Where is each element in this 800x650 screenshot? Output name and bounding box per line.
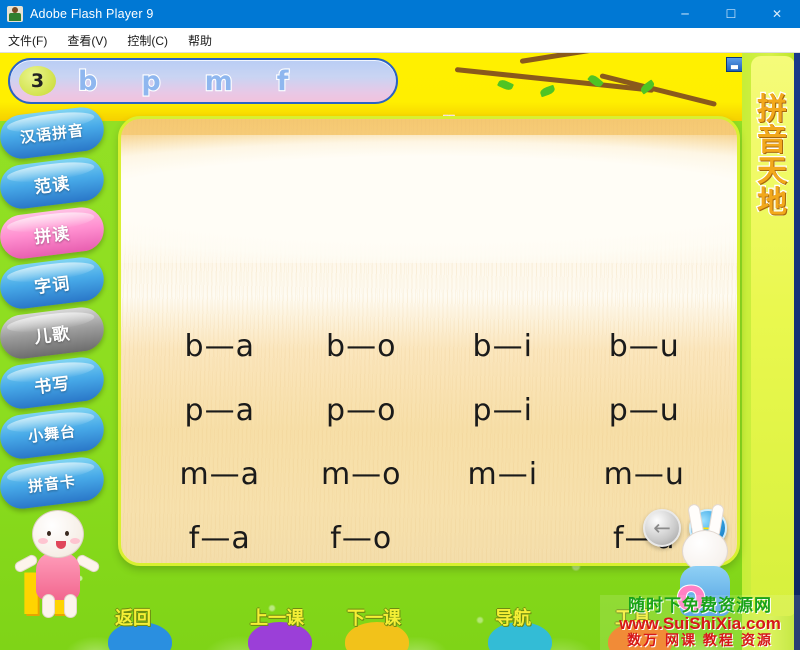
content-panel: b—a b—o b—i b—u p—a p—o p—i p—u m—a m—o … bbox=[118, 116, 740, 566]
sidebar-item-label: 汉语拼音 bbox=[19, 121, 85, 147]
window-title: Adobe Flash Player 9 bbox=[30, 7, 154, 21]
pinyin-cell[interactable]: p—a bbox=[149, 393, 291, 431]
bottom-nav-back[interactable]: 返回 bbox=[115, 604, 151, 630]
flash-minimize-button[interactable]: ▃ bbox=[726, 57, 743, 72]
lesson-letter-p[interactable]: p bbox=[140, 66, 162, 95]
maximize-button[interactable]: ☐ bbox=[708, 0, 754, 28]
minimize-button[interactable]: ─ bbox=[662, 0, 708, 28]
lesson-letter-b[interactable]: b bbox=[77, 66, 99, 95]
pinyin-grid: b—a b—o b—i b—u p—a p—o p—i p—u m—a m—o … bbox=[149, 329, 715, 559]
pinyin-cell-empty bbox=[432, 521, 574, 559]
menu-file[interactable]: 文件(F) bbox=[8, 32, 47, 49]
pinyin-cell[interactable]: b—u bbox=[574, 329, 716, 367]
sidebar-item-pinyinka[interactable]: 拼音卡 bbox=[0, 454, 107, 512]
flash-player-icon bbox=[7, 6, 23, 22]
sidebar-item-zici[interactable]: 字词 bbox=[0, 254, 107, 312]
menu-view[interactable]: 查看(V) bbox=[67, 32, 107, 49]
sidebar: 汉语拼音 范读 拼读 字词 儿歌 书写 小舞台 拼音卡 bbox=[0, 104, 110, 512]
sidebar-item-label: 范读 bbox=[33, 173, 72, 197]
pinyin-cell[interactable]: m—o bbox=[291, 457, 433, 495]
pinyin-cell[interactable]: f—o bbox=[291, 521, 433, 559]
window-titlebar: Adobe Flash Player 9 ─ ☐ ✕ bbox=[0, 0, 800, 28]
pinyin-cell[interactable]: b—o bbox=[291, 329, 433, 367]
pinyin-cell[interactable]: m—a bbox=[149, 457, 291, 495]
character-eye bbox=[65, 531, 69, 536]
leaf-icon bbox=[539, 84, 556, 98]
menu-help[interactable]: 帮助 bbox=[188, 32, 212, 49]
menu-control[interactable]: 控制(C) bbox=[127, 32, 168, 49]
sidebar-item-hanyu-pinyin[interactable]: 汉语拼音 bbox=[0, 104, 107, 162]
sidebar-item-label: 拼音卡 bbox=[27, 472, 77, 496]
lesson-banner[interactable]: 3 b p m f bbox=[8, 58, 398, 104]
character-mouth bbox=[56, 541, 66, 549]
pinyin-cell[interactable]: p—u bbox=[574, 393, 716, 431]
window-controls: ─ ☐ ✕ bbox=[662, 0, 800, 28]
pinyin-cell[interactable]: b—a bbox=[149, 329, 291, 367]
vertical-title-char-3: 天 bbox=[756, 154, 789, 188]
sidebar-item-fandu[interactable]: 范读 bbox=[0, 154, 107, 212]
sidebar-item-label: 小舞台 bbox=[27, 422, 77, 446]
right-edge-shadow bbox=[794, 53, 800, 650]
sidebar-item-erge[interactable]: 儿歌 bbox=[0, 304, 107, 362]
sidebar-item-shuxie[interactable]: 书写 bbox=[0, 354, 107, 412]
vertical-title-char-2: 音 bbox=[756, 123, 789, 157]
branch-icon bbox=[519, 53, 669, 64]
pinyin-cell[interactable]: m—i bbox=[432, 457, 574, 495]
branch-icon bbox=[599, 73, 718, 107]
sidebar-item-pindu[interactable]: 拼读 bbox=[0, 204, 107, 262]
sidebar-item-label: 儿歌 bbox=[33, 323, 72, 347]
close-button[interactable]: ✕ bbox=[754, 0, 800, 28]
character-cheek bbox=[38, 538, 48, 544]
feathered-white-band bbox=[121, 135, 737, 263]
vertical-title-char-4: 地 bbox=[756, 185, 789, 219]
watermark-line-2: www.SuiShiXia.com bbox=[619, 613, 781, 633]
pinyin-cell[interactable]: b—i bbox=[432, 329, 574, 367]
sidebar-item-xiaowutai[interactable]: 小舞台 bbox=[0, 404, 107, 462]
leaf-icon bbox=[497, 78, 514, 92]
pinyin-cell[interactable]: f—a bbox=[149, 521, 291, 559]
sidebar-item-label: 字词 bbox=[33, 273, 72, 297]
vertical-title-pinyin-tiandi: 拼 音 天 地 bbox=[752, 93, 792, 219]
vertical-title-char-1: 拼 bbox=[756, 93, 789, 126]
bottom-nav-prev-lesson[interactable]: 上一课 bbox=[250, 604, 304, 630]
pinyin-cell[interactable]: m—u bbox=[574, 457, 716, 495]
watermark-line-1: 随时下免费资源网 bbox=[628, 595, 772, 615]
bottom-nav-next-lesson[interactable]: 下一课 bbox=[347, 604, 401, 630]
bottom-nav-navigation[interactable]: 导航 bbox=[495, 604, 531, 630]
watermark-line-3: 数万 网课 教程 资源 bbox=[627, 631, 773, 648]
lesson-letter-f[interactable]: f bbox=[276, 66, 290, 95]
character-head bbox=[32, 510, 84, 558]
lesson-letter-m[interactable]: m bbox=[204, 66, 234, 95]
menubar: 文件(F) 查看(V) 控制(C) 帮助 bbox=[0, 28, 800, 53]
sidebar-item-label: 拼读 bbox=[33, 223, 72, 247]
app-root: Adobe Flash Player 9 ─ ☐ ✕ 文件(F) 查看(V) 控… bbox=[0, 0, 800, 650]
sidebar-item-label: 书写 bbox=[33, 373, 72, 397]
lesson-number: 3 bbox=[19, 66, 56, 96]
watermark: 随时下免费资源网 www.SuiShiXia.com 数万 网课 教程 资源 bbox=[600, 595, 800, 650]
character-eye bbox=[47, 531, 51, 536]
top-banner-strip: ü n n s 3 b p m f ▃ ▣ ✕ bbox=[0, 53, 800, 161]
pinyin-cell[interactable]: p—o bbox=[291, 393, 433, 431]
character-cheek bbox=[70, 538, 80, 544]
flash-stage: ü n n s 3 b p m f ▃ ▣ ✕ 拼 bbox=[0, 53, 800, 650]
pinyin-cell[interactable]: p—i bbox=[432, 393, 574, 431]
